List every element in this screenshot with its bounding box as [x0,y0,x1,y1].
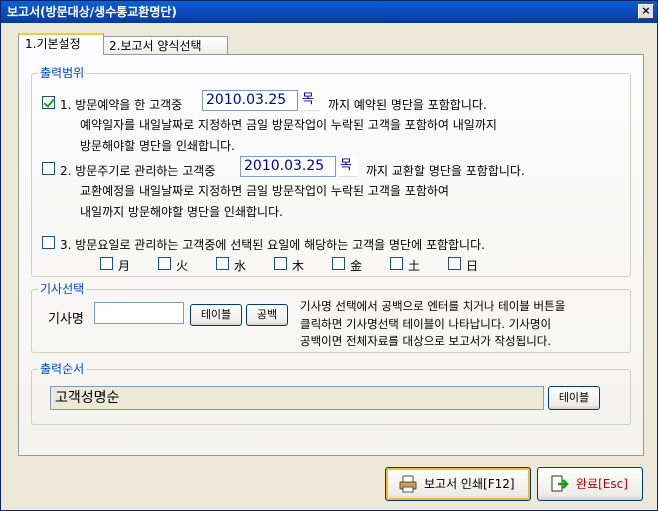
output-range-group: 출력범위 1. 방문예약을 한 고객중 2010.03.25 목 까지 예약된 … [31,66,631,277]
output-order-group: 출력순서 고객성명순 테이블 [31,362,631,425]
report-window: 보고서(방문대상/생수통교환명단) × 2.보고서 양식선택 1.기본설정 출력… [0,0,658,511]
print-report-button[interactable]: 보고서 인쇄[F12] [385,467,531,501]
opt2-suffix: 까지 교환할 명단을 포함합니다. [366,164,525,178]
day-tue-label: 火 [176,259,189,273]
window-title: 보고서(방문대상/생수통교환명단) [7,5,177,19]
day-wed-checkbox[interactable] [216,257,229,270]
opt1-suffix: 까지 예약된 명단을 포함합니다. [328,98,487,112]
day-mon-checkbox[interactable] [100,257,113,270]
driver-name-label: 기사명 [48,312,84,327]
order-table-button[interactable]: 테이블 [548,386,600,410]
opt1-checkbox[interactable] [42,96,55,109]
opt1-prefix: 1. 방문예약을 한 고객중 [60,98,183,112]
day-thu-checkbox[interactable] [274,257,287,270]
driver-table-button[interactable]: 테이블 [190,304,242,326]
opt2-desc-line2: 교환예정을 내일날짜로 지정하면 금일 방문작업이 누락된 고객을 포함하여 [80,184,449,198]
output-order-field[interactable]: 고객성명순 [50,386,544,410]
opt2-prefix: 2. 방문주기로 관리하는 고객중 [60,164,216,178]
day-tue-checkbox[interactable] [158,257,171,270]
opt2-date-input[interactable]: 2010.03.25 [240,156,336,177]
day-sat-checkbox[interactable] [390,257,403,270]
opt3-text: 3. 방문요일로 관리하는 고객중에 선택된 요일에 해당하는 고객을 명단에 … [60,238,485,252]
day-sun-label: 日 [466,259,479,273]
opt2-checkbox[interactable] [42,162,55,175]
tab-report-format[interactable]: 2.보고서 양식선택 [102,36,228,56]
driver-name-input[interactable] [94,302,184,324]
opt2-day: 목 [338,156,358,177]
done-label: 완료[Esc] [576,477,628,491]
driver-blank-button[interactable]: 공백 [246,304,288,326]
opt1-desc-line2: 예약일자를 내일날짜로 지정하면 금일 방문작업이 누락된 고객을 포함하여 내… [80,118,497,132]
day-fri-checkbox[interactable] [332,257,345,270]
day-mon-label: 月 [118,259,131,273]
driver-help-line2: 클릭하면 기사명선택 테이블이 나타납니다. 기사명이 [300,317,552,331]
tab-basic-settings[interactable]: 1.기본설정 [18,33,104,55]
opt1-desc-line3: 방문해야할 명단을 인쇄합니다. [80,139,235,153]
driver-help-line1: 기사명 선택에서 공백으로 엔터를 치거나 테이블 버튼을 [300,299,566,313]
close-icon[interactable]: × [638,4,654,19]
day-thu-label: 木 [292,259,305,273]
print-report-label: 보고서 인쇄[F12] [424,477,515,491]
done-button[interactable]: 완료[Esc] [537,467,643,501]
day-sun-checkbox[interactable] [448,257,461,270]
title-bar: 보고서(방문대상/생수통교환명단) × [1,1,657,23]
opt1-date-input[interactable]: 2010.03.25 [202,90,298,111]
printer-icon [398,474,418,494]
day-sat-label: 土 [408,259,421,273]
driver-help-line3: 공백이면 전체자료를 대상으로 보고서가 작성됩니다. [300,334,552,348]
day-wed-label: 水 [234,259,247,273]
opt2-desc-line3: 내일까지 방문해야할 명단을 인쇄합니다. [80,205,283,219]
tab-panel: 출력범위 1. 방문예약을 한 고객중 2010.03.25 목 까지 예약된 … [18,54,644,456]
driver-select-group: 기사선택 기사명 테이블 공백 기사명 선택에서 공백으로 엔터를 치거나 테이… [31,282,631,353]
exit-arrow-icon [550,474,570,494]
day-fri-label: 金 [350,259,363,273]
output-range-legend: 출력범위 [38,66,87,80]
output-order-legend: 출력순서 [38,362,87,376]
opt3-checkbox[interactable] [42,236,55,249]
opt1-day: 목 [300,90,320,111]
driver-select-legend: 기사선택 [38,282,87,296]
